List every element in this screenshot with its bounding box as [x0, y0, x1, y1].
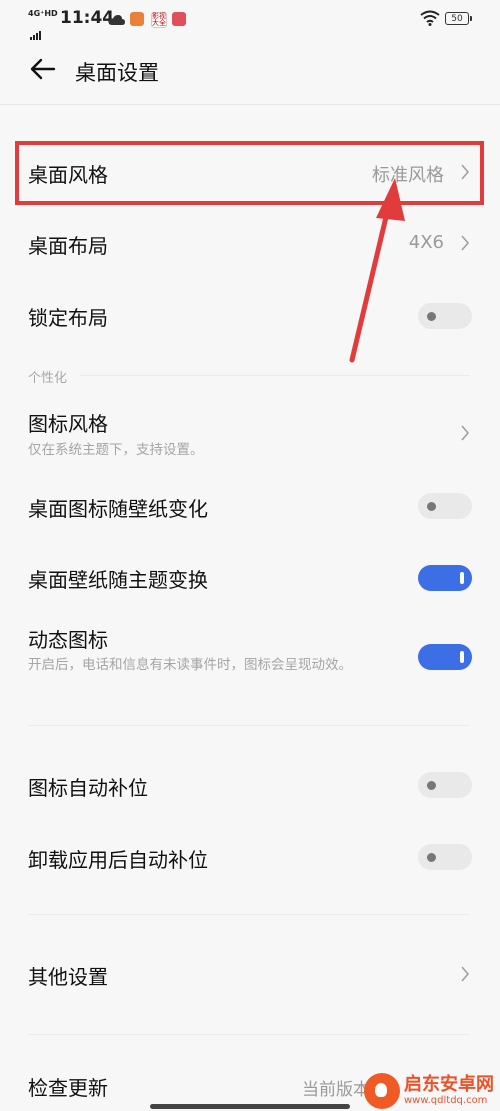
desktop-style-label: 桌面风格 — [28, 163, 108, 187]
other-settings-label: 其他设置 — [28, 965, 108, 989]
home-indicator[interactable] — [150, 1104, 350, 1109]
watermark-name: 启东安卓网 — [404, 1074, 494, 1095]
icon-style-label: 图标风格 — [28, 412, 108, 436]
current-version-value: 当前版本 — [302, 1080, 370, 1100]
icon-auto-fill-row: 图标自动补位 — [0, 756, 500, 816]
header-divider — [0, 104, 500, 105]
icon-style-subtitle: 仅在系统主题下，支持设置。 — [28, 442, 204, 458]
wifi-icon — [420, 10, 440, 26]
desktop-style-value: 标准风格 — [372, 165, 444, 186]
back-arrow-icon[interactable] — [30, 58, 56, 80]
desktop-layout-row[interactable]: 桌面布局 4X6 — [0, 213, 500, 273]
icon-style-row[interactable]: 图标风格 仅在系统主题下，支持设置。 — [0, 400, 500, 464]
wallpaper-follow-theme-row: 桌面壁纸随主题变换 — [0, 548, 500, 608]
desktop-layout-value: 4X6 — [408, 232, 444, 253]
dynamic-icons-row: 动态图标 开启后，电话和信息有未读事件时，图标会呈现动效。 — [0, 620, 500, 700]
icon-follow-wallpaper-label: 桌面图标随壁纸变化 — [28, 497, 208, 521]
watermark-logo-icon — [364, 1073, 400, 1109]
section-divider — [80, 375, 470, 376]
chevron-right-icon — [461, 164, 470, 180]
chevron-right-icon — [461, 235, 470, 251]
desktop-layout-label: 桌面布局 — [28, 234, 108, 258]
dynamic-icons-subtitle: 开启后，电话和信息有未读事件时，图标会呈现动效。 — [28, 657, 352, 673]
icon-follow-wallpaper-toggle[interactable] — [418, 493, 472, 519]
watermark-url: www.qdltdq.com — [404, 1095, 488, 1106]
dynamic-icons-toggle[interactable] — [418, 644, 472, 670]
wallpaper-follow-theme-label: 桌面壁纸随主题变换 — [28, 568, 208, 592]
other-settings-row[interactable]: 其他设置 — [0, 945, 500, 1005]
lock-layout-toggle[interactable] — [418, 303, 472, 329]
weather-cloud-icon — [108, 15, 125, 25]
icon-auto-fill-label: 图标自动补位 — [28, 776, 148, 800]
dynamic-icons-label: 动态图标 — [28, 628, 108, 652]
signal-icon — [30, 21, 42, 40]
uninstall-auto-fill-toggle[interactable] — [418, 844, 472, 870]
chevron-right-icon — [461, 966, 470, 982]
status-bar: 4G⁺HD 11:44 影视大全 50 — [0, 0, 500, 40]
section-divider — [28, 1034, 470, 1035]
status-time: 11:44 — [60, 8, 115, 28]
notification-app-icon — [130, 12, 144, 26]
section-divider — [28, 914, 470, 915]
wallpaper-follow-theme-toggle[interactable] — [418, 565, 472, 591]
desktop-style-row[interactable]: 桌面风格 标准风格 — [0, 143, 500, 203]
uninstall-auto-fill-label: 卸载应用后自动补位 — [28, 848, 208, 872]
watermark: 启东安卓网 www.qdltdq.com — [364, 1073, 494, 1109]
icon-auto-fill-toggle[interactable] — [418, 772, 472, 798]
lock-layout-label: 锁定布局 — [28, 306, 108, 330]
page-header: 桌面设置 — [0, 40, 500, 104]
lock-layout-row: 锁定布局 — [0, 286, 500, 346]
section-title-personalization: 个性化 — [28, 371, 68, 386]
chevron-right-icon — [461, 425, 470, 441]
network-indicator: 4G⁺HD — [28, 9, 58, 18]
check-update-label: 检查更新 — [28, 1076, 108, 1100]
video-app-icon: 影视大全 — [151, 12, 167, 28]
page-title: 桌面设置 — [75, 61, 159, 85]
section-divider — [28, 725, 470, 726]
icon-follow-wallpaper-row: 桌面图标随壁纸变化 — [0, 477, 500, 537]
notification-app-icon-2 — [172, 12, 186, 26]
battery-icon: 50 — [445, 12, 472, 25]
uninstall-auto-fill-row: 卸载应用后自动补位 — [0, 828, 500, 888]
